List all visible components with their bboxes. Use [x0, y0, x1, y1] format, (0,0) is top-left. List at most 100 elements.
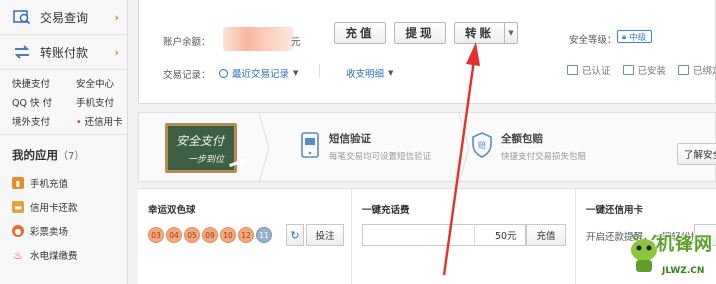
- id-card-icon: [567, 65, 578, 75]
- panel-title: 一键还信用卡: [586, 205, 644, 216]
- my-apps-count: （7）: [58, 151, 85, 162]
- recharge-button[interactable]: 充值: [334, 22, 386, 44]
- caret-down-icon: ▼: [388, 69, 394, 77]
- sidebar-item-transaction-query[interactable]: 交易查询 ›: [0, 0, 127, 35]
- security-item-verified[interactable]: 已认证: [567, 63, 611, 77]
- withdraw-button[interactable]: 提现: [394, 22, 446, 44]
- app-item-label: 信用卡还款: [30, 203, 78, 214]
- security-item-bound[interactable]: 已绑定: [678, 63, 716, 77]
- security-item-label: 已绑定: [693, 66, 716, 77]
- lottery-icon: ●: [12, 225, 24, 237]
- my-apps-title: 我的应用（7）: [0, 135, 127, 171]
- watermark-url: JLWZ.CN: [662, 266, 705, 276]
- feature-full-compensation: 赔 全额包赔 快捷支付交易损失包赔: [471, 131, 586, 162]
- income-expense-dropdown[interactable]: 收支明细 ▼: [346, 66, 393, 80]
- app-item-label: 彩票卖场: [30, 227, 69, 238]
- income-expense-label: 收支明细: [346, 69, 385, 80]
- phone-bind-icon: [678, 65, 690, 75]
- security-level-label: 安全等级：: [569, 35, 617, 46]
- credit-card-icon: ▬: [12, 201, 24, 213]
- refresh-button[interactable]: ↻: [286, 224, 304, 246]
- sidebar-item-label: 交易查询: [40, 10, 89, 25]
- red-ball[interactable]: 04: [166, 227, 182, 243]
- red-ball[interactable]: 12: [238, 227, 254, 243]
- caret-down-icon: ▼: [508, 29, 514, 37]
- board-text: 安全支付: [176, 134, 225, 148]
- clock-icon: [219, 68, 228, 78]
- transfer-icon: [12, 44, 32, 60]
- security-level-badge[interactable]: 🔒︎ 中级: [617, 30, 653, 43]
- caret-down-icon: ▼: [293, 69, 299, 77]
- security-item-label: 已认证: [582, 66, 611, 77]
- chevron-right-icon: ›: [114, 10, 119, 24]
- recharge-amount-select[interactable]: 50元: [474, 224, 526, 246]
- security-banner: 安全支付 一步到位 短信验证 每笔交易均可设置短信验证 赔 全额包赔 快捷支付交…: [138, 112, 716, 183]
- search-icon: [12, 9, 32, 25]
- sidebar: 交易查询 › 转账付款 › 快捷支付 安全中心 QQ 快 付 手机支付 境外支付…: [0, 0, 128, 284]
- sidebar-item-transfer-payment[interactable]: 转账付款 ›: [0, 35, 127, 70]
- chevron-right-icon: ›: [114, 45, 119, 59]
- my-apps-label: 我的应用: [12, 148, 58, 162]
- hot-dot-icon: •: [76, 117, 82, 128]
- quick-link-repay-credit-card[interactable]: • 还信用卡: [76, 114, 140, 128]
- blue-ball[interactable]: 11: [256, 227, 272, 243]
- transfer-dropdown-button[interactable]: ▼: [504, 22, 518, 44]
- panel-title: 一键充话费: [362, 205, 410, 216]
- app-item-label: 水电煤缴费: [30, 251, 78, 262]
- svg-text:赔: 赔: [478, 140, 486, 150]
- quick-link-security-center[interactable]: 安全中心: [76, 76, 140, 90]
- quick-links: 快捷支付 安全中心 QQ 快 付 手机支付 境外支付 • 还信用卡: [0, 70, 127, 135]
- app-item-credit-card-repay[interactable]: ▬ 信用卡还款: [0, 195, 127, 219]
- phone-recharge-button[interactable]: 充值: [526, 224, 566, 246]
- red-ball[interactable]: 03: [148, 227, 164, 243]
- phone-recharge-panel: 一键充话费 50元 充值: [352, 189, 576, 284]
- board-text: 一步到位: [188, 155, 225, 165]
- quick-link-qq-pay[interactable]: QQ 快 付: [12, 95, 76, 109]
- feature-title: 短信验证: [329, 133, 371, 145]
- shield-check-icon: [622, 65, 634, 75]
- balance-unit: 元: [291, 37, 301, 48]
- watermark-text: 机锋网: [656, 234, 713, 255]
- flame-icon: ♨: [13, 248, 23, 262]
- feature-title: 全额包赔: [501, 133, 543, 145]
- lottery-panel: 幸运双色球 03 04 05 09 10 12 11 ↻ 投注: [138, 189, 352, 284]
- account-panel: 账户余额： 元 充值 提现 转账 ▼ 安全等级： 🔒︎ 中级 交易记录： 最近交易…: [138, 0, 716, 104]
- app-item-label: 手机充值: [30, 179, 69, 190]
- balance-label: 账户余额：: [163, 37, 211, 48]
- security-item-installed[interactable]: 已安装: [622, 63, 667, 77]
- app-item-utilities[interactable]: ♨ 水电煤缴费: [0, 243, 127, 267]
- balance-value-masked: [223, 27, 293, 51]
- site-watermark: 机锋网 JLWZ.CN: [628, 228, 716, 284]
- chalkboard-illustration: 安全支付 一步到位: [165, 123, 237, 173]
- app-item-phone-recharge[interactable]: ▮ 手机充值: [0, 171, 127, 195]
- bet-button[interactable]: 投注: [306, 224, 344, 246]
- feature-sms-verification: 短信验证 每笔交易均可设置短信验证: [299, 131, 431, 162]
- red-ball[interactable]: 05: [184, 227, 200, 243]
- red-ball[interactable]: 09: [202, 227, 218, 243]
- learn-security-button[interactable]: 了解安全: [677, 143, 716, 165]
- quick-link-overseas-pay[interactable]: 境外支付: [12, 114, 76, 128]
- refresh-icon: ↻: [290, 228, 300, 242]
- recent-records-label: 最近交易记录: [232, 69, 290, 80]
- recent-records-dropdown[interactable]: 最近交易记录 ▼: [219, 66, 298, 80]
- quick-link-mobile-pay[interactable]: 手机支付: [76, 95, 140, 109]
- security-item-label: 已安装: [637, 66, 667, 77]
- feature-desc: 快捷支付交易损失包赔: [501, 152, 587, 162]
- red-ball[interactable]: 10: [220, 227, 236, 243]
- panel-title: 幸运双色球: [148, 205, 196, 216]
- security-status-list: 已认证 已安装 已绑定: [567, 63, 716, 77]
- phone-icon: ▮: [12, 177, 24, 189]
- quick-link-express-pay[interactable]: 快捷支付: [12, 76, 76, 90]
- lottery-balls: 03 04 05 09 10 12 11: [148, 227, 272, 243]
- records-label: 交易记录：: [163, 70, 211, 81]
- lock-icon: 🔒︎: [622, 31, 627, 41]
- security-level-value: 中级: [629, 32, 647, 43]
- transfer-button[interactable]: 转账: [454, 22, 504, 44]
- shield-icon: 赔: [472, 132, 492, 158]
- feature-desc: 每笔交易均可设置短信验证: [329, 152, 432, 162]
- quick-link-label: 还信用卡: [84, 117, 123, 128]
- app-item-lottery[interactable]: ● 彩票卖场: [0, 219, 127, 243]
- divider-chevron: [258, 113, 270, 183]
- phone-sms-icon: [301, 132, 319, 158]
- divider-chevron: [458, 113, 470, 183]
